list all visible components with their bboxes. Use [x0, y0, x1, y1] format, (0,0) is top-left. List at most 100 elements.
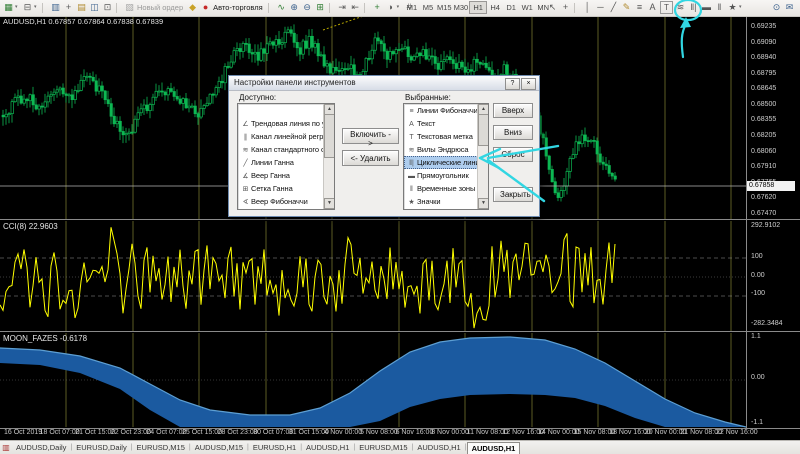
terminal-icon[interactable]: ◫ — [88, 0, 101, 15]
timeframe-m15[interactable]: M15 — [436, 1, 453, 14]
list-item-gann-fan[interactable]: ∡Веер Ганна — [238, 169, 324, 182]
selected-list-scrollbar[interactable]: ▲ ▼ — [477, 104, 488, 209]
list-item-text-label[interactable]: TТекстовая метка — [404, 130, 478, 143]
andrews-pitchfork-label: Вилы Эндрюса — [417, 145, 468, 154]
scroll-down-icon[interactable]: ▼ — [324, 198, 335, 209]
arrows-dropdown-icon[interactable]: ▾ — [739, 0, 745, 15]
fibo-lines-icon: ≡ — [406, 105, 417, 117]
dialog-title-bar[interactable]: Настройки панели инструментов ? × — [229, 76, 539, 91]
indicators-icon[interactable]: ∿ — [275, 0, 288, 15]
chart-tab-audusd-h1[interactable]: AUDUSD,H1 — [413, 442, 464, 454]
dialog-help-button[interactable]: ? — [505, 78, 520, 90]
text-label-icon[interactable]: T — [660, 1, 673, 14]
list-item-std-deviation-channel[interactable]: ≋Канал стандартного откл... — [238, 143, 324, 156]
cursor-icon[interactable]: ↖ — [546, 0, 559, 15]
available-toolbar-items-list[interactable]: ∠Трендовая линия по углу∥Канал линейной … — [237, 103, 335, 210]
text-icon[interactable]: A — [646, 0, 659, 15]
list-item-fibo-fan[interactable]: ∢Веер Фибоначчи — [238, 195, 324, 208]
rectangle-icon[interactable]: ▬ — [700, 0, 713, 15]
cyclic-lines-icon[interactable]: ‖| — [687, 0, 700, 15]
list-item-text[interactable]: AТекст — [404, 117, 478, 130]
list-item-andrews-pitchfork[interactable]: ≋Вилы Эндрюса — [404, 143, 478, 156]
gann-line-label: Линии Ганна — [251, 158, 294, 167]
chart-tab-eurusd-daily[interactable]: EURUSD,Daily — [72, 442, 130, 454]
list-item-gann-grid[interactable]: ⊞Сетка Ганна — [238, 182, 324, 195]
tile-windows-icon[interactable]: ⊞ — [314, 0, 327, 15]
available-list-scrollbar[interactable]: ▲ ▼ — [323, 104, 334, 209]
timeframe-h4[interactable]: H4 — [487, 1, 503, 14]
zoom-in-icon[interactable]: ⊕ — [288, 0, 301, 15]
close-button[interactable]: Закрыть — [493, 187, 533, 202]
trendline-by-angle-icon: ∠ — [240, 118, 251, 130]
new-order-icon[interactable]: ▧ — [123, 0, 136, 15]
fibo-timezones-icon[interactable]: ‖ — [713, 0, 726, 15]
list-item-rectangle[interactable]: ▬Прямоугольник — [404, 169, 478, 182]
trendline-icon[interactable]: ╱ — [607, 0, 620, 15]
crosshair-icon[interactable]: + — [559, 0, 572, 15]
chart-tab-audusd-daily[interactable]: AUDUSD,Daily — [12, 442, 70, 454]
timeframe-m1[interactable]: M1 — [404, 1, 420, 14]
list-item-fibo-timezones[interactable]: ‖Временные зоны Фибоначчи — [404, 182, 478, 195]
dialog-close-icon[interactable]: × — [521, 78, 536, 90]
chart-tab-eurusd-m15[interactable]: EURUSD,M15 — [355, 442, 411, 454]
chart-tab-audusd-m15[interactable]: AUDUSD,M15 — [191, 442, 247, 454]
move-down-button[interactable]: Вниз — [493, 125, 533, 140]
navigator-icon[interactable]: ▤ — [75, 0, 88, 15]
autotrading-icon[interactable]: ● — [199, 0, 212, 15]
market-watch-icon[interactable]: ▥ — [49, 0, 62, 15]
selected-toolbar-items-list[interactable]: ≡Линии ФибоначчиAТекстTТекстовая метка≋В… — [403, 103, 489, 210]
fibo-lines-icon[interactable]: ≡ — [633, 0, 646, 15]
list-item-fibo-arcs[interactable]: ◠Дуги Фибоначчи — [238, 208, 324, 209]
horizontal-line-icon[interactable]: ─ — [594, 0, 607, 15]
expert-advisors-icon[interactable]: ◆ — [186, 0, 199, 15]
reset-button[interactable]: Сброс — [493, 147, 533, 162]
move-up-button[interactable]: Вверх — [493, 103, 533, 118]
chart-tab-eurusd-h1[interactable]: EURUSD,H1 — [249, 442, 300, 454]
chart-shift-icon[interactable]: ⇥ — [336, 0, 349, 15]
profiles-icon[interactable]: ⊟ — [21, 0, 34, 15]
list-item-gann-line[interactable]: ╱Линии Ганна — [238, 156, 324, 169]
data-window-icon[interactable]: + — [62, 0, 75, 15]
list-item-fibo-lines[interactable]: ≡Линии Фибоначчи — [404, 104, 478, 117]
rectangle-icon: ▬ — [406, 170, 417, 182]
vertical-line-icon[interactable]: │ — [581, 0, 594, 15]
axis-label: 0.69090 — [751, 39, 776, 46]
andrews-pitchfork-icon[interactable]: ≋ — [674, 0, 687, 15]
include-button[interactable]: Включить -> — [342, 128, 399, 144]
timeframe-m30[interactable]: M30 — [453, 1, 470, 14]
chart-tab-audusd-h1[interactable]: AUDUSD,H1 — [467, 442, 521, 454]
scrollbar-thumb[interactable] — [324, 114, 335, 158]
zoom-out-icon[interactable]: ⊖ — [301, 0, 314, 15]
chat-icon[interactable]: ✉ — [783, 0, 796, 15]
timeframe-h1[interactable]: H1 — [469, 1, 487, 14]
profiles-dropdown-icon[interactable]: ▾ — [34, 0, 40, 15]
fibonacci-retracement-icon[interactable]: ✎ — [620, 0, 633, 15]
chart-tab-eurusd-m15[interactable]: EURUSD,M15 — [133, 442, 189, 454]
timeframe-w1[interactable]: W1 — [519, 1, 535, 14]
remove-button[interactable]: <- Удалить — [342, 150, 399, 166]
add-chart-icon[interactable]: + — [371, 0, 384, 15]
chart-list-icon[interactable]: ▥ — [0, 441, 12, 454]
list-item-linear-regression-channel[interactable]: ∥Канал линейной регрессии — [238, 130, 324, 143]
auto-scroll-icon[interactable]: ⇤ — [349, 0, 362, 15]
list-item-empty-row[interactable] — [238, 104, 324, 117]
list-item-trendline-by-angle[interactable]: ∠Трендовая линия по углу — [238, 117, 324, 130]
current-bid-price-box: 0.67858 — [747, 181, 795, 191]
timeframe-m5[interactable]: M5 — [420, 1, 436, 14]
strategy-tester-icon[interactable]: ⊡ — [101, 0, 114, 15]
std-deviation-channel-label: Канал стандартного откл... — [251, 145, 324, 154]
timeframe-d1[interactable]: D1 — [503, 1, 519, 14]
autotrading-label[interactable]: Авто-торговля — [212, 0, 266, 15]
chart-tab-audusd-h1[interactable]: AUDUSD,H1 — [302, 442, 353, 454]
search-icon[interactable]: ⊙ — [770, 0, 783, 15]
arrows-icon[interactable]: ★ — [726, 0, 739, 15]
list-item-arrows[interactable]: ★Значки — [404, 195, 478, 208]
scrollbar-thumb[interactable] — [478, 114, 489, 146]
period-icon[interactable]: ◑ — [384, 0, 397, 15]
list-item-cyclic-lines[interactable]: ‖|Циклические линии — [404, 156, 478, 169]
new-order-label[interactable]: Новый ордер — [136, 0, 186, 15]
scroll-down-icon[interactable]: ▼ — [478, 198, 489, 209]
toolbar-separator — [116, 3, 121, 13]
new-chart-icon[interactable]: ▦ — [2, 0, 15, 15]
axis-label: 0.68060 — [751, 148, 776, 155]
